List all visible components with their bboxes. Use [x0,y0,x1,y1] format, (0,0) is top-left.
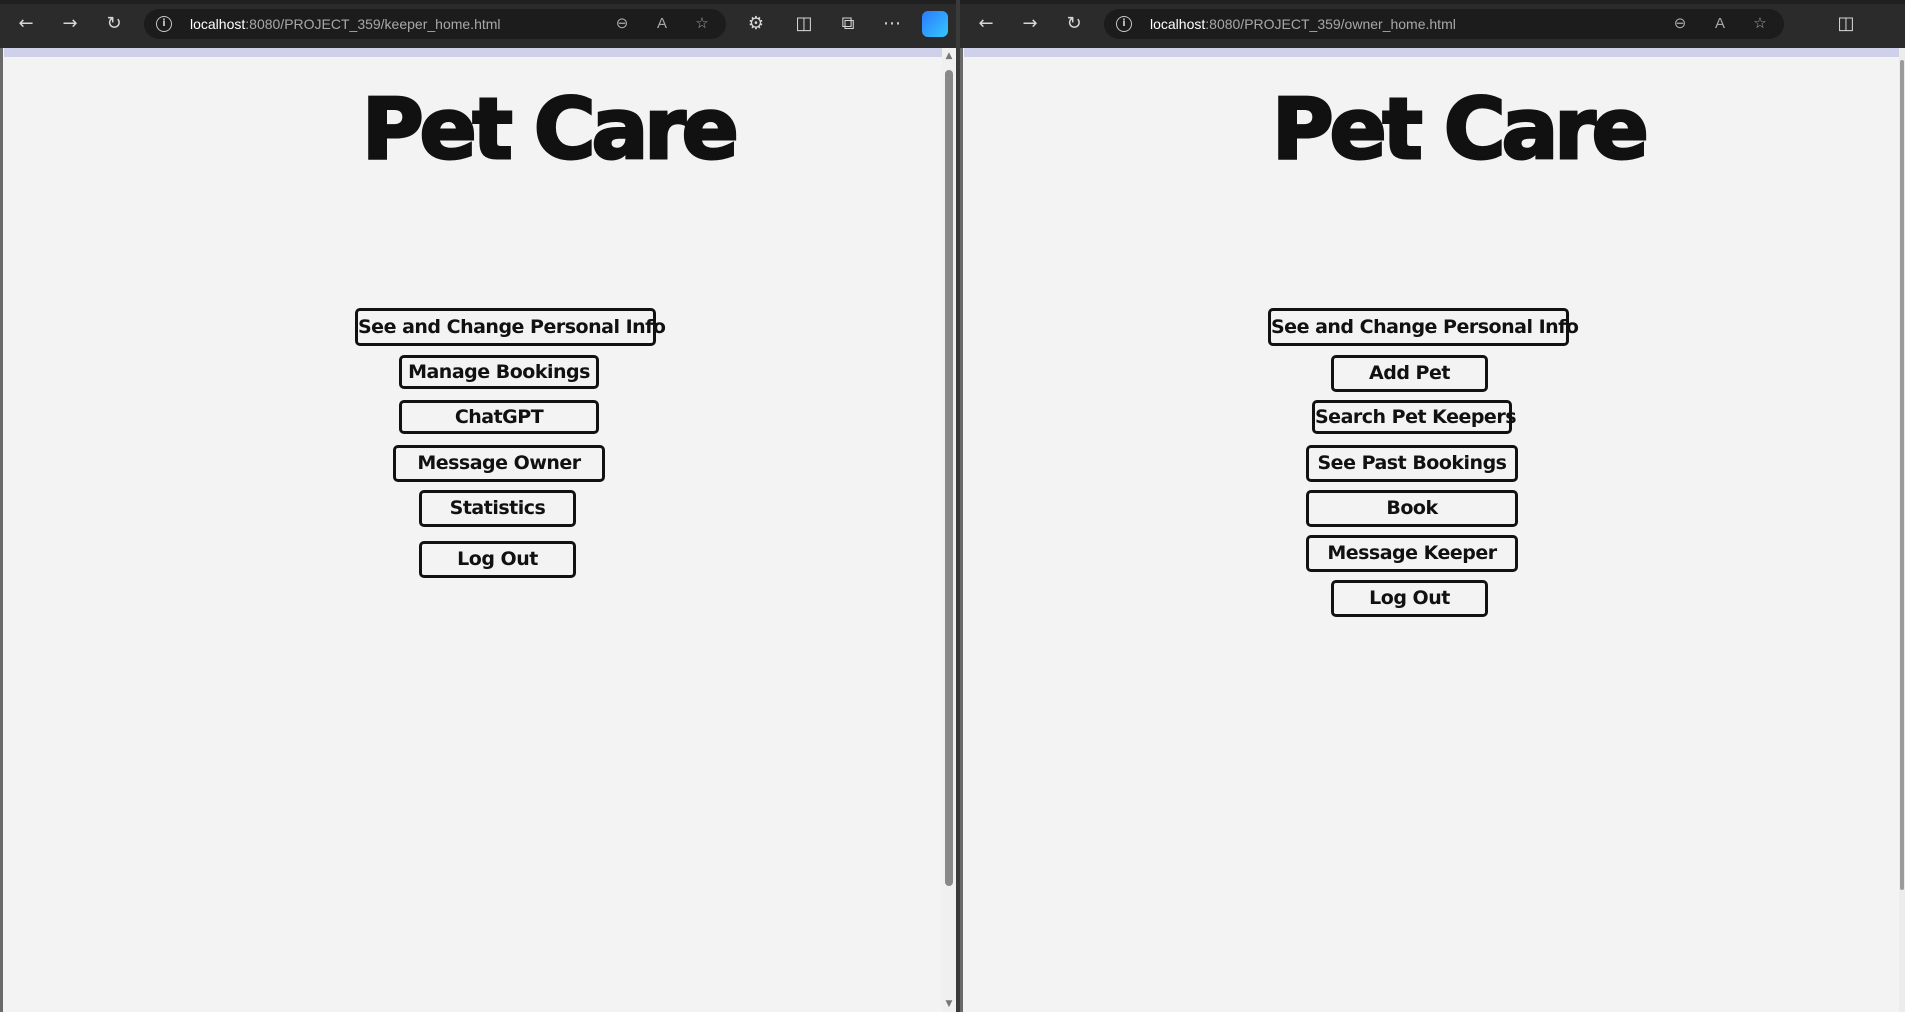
url-host: localhost [1150,16,1206,32]
collections-icon[interactable]: ⧉ [838,14,858,34]
star-icon[interactable]: ☆ [692,14,712,34]
split-screen-icon[interactable]: ◫ [794,14,814,34]
book-button[interactable]: Book [1306,490,1518,527]
scrollbar-thumb[interactable] [945,70,953,886]
url-path: :8080/PROJECT_359/owner_home.html [1205,16,1456,32]
tab-strip [0,0,956,4]
zoom-out-icon[interactable]: ⊖ [1670,14,1690,34]
chatgpt-button[interactable]: ChatGPT [399,400,599,434]
address-url: localhost:8080/PROJECT_359/keeper_home.h… [190,9,501,39]
page-content-keeper: Pet Care See and Change Personal Info Ma… [0,48,956,1012]
address-url: localhost:8080/PROJECT_359/owner_home.ht… [1150,9,1456,39]
site-info-icon[interactable]: i [1116,16,1132,32]
forward-arrow-icon[interactable]: → [60,14,80,34]
browser-window-owner: ← → ↻ i localhost:8080/PROJECT_359/owner… [960,0,1905,1012]
scroll-down-arrow-icon[interactable]: ▼ [942,998,956,1010]
vertical-scrollbar[interactable] [1899,48,1905,1012]
address-bar[interactable]: i localhost:8080/PROJECT_359/keeper_home… [144,9,726,39]
page-content-owner: Pet Care See and Change Personal Info Ad… [960,48,1905,1012]
vertical-scrollbar[interactable]: ▲ ▼ [942,48,956,1012]
see-change-personal-info-button[interactable]: See and Change Personal Info [1268,308,1579,346]
log-out-button[interactable]: Log Out [419,541,576,578]
manage-bookings-button[interactable]: Manage Bookings [399,355,599,389]
see-change-personal-info-button[interactable]: See and Change Personal Info [355,308,666,346]
message-owner-button[interactable]: Message Owner [393,445,605,482]
forward-arrow-icon[interactable]: → [1020,14,1040,34]
add-pet-button[interactable]: Add Pet [1331,355,1488,392]
message-keeper-button[interactable]: Message Keeper [1306,535,1518,572]
page-top-band [4,48,956,57]
page-left-edge [960,48,963,1012]
see-past-bookings-button[interactable]: See Past Bookings [1306,445,1518,482]
refresh-icon[interactable]: ↻ [1064,14,1084,34]
browser-window-keeper: ← → ↻ i localhost:8080/PROJECT_359/keepe… [0,0,956,1012]
refresh-icon[interactable]: ↻ [104,14,124,34]
copilot-icon[interactable] [922,11,948,37]
more-icon[interactable]: ⋯ [882,14,902,34]
extensions-icon[interactable]: ⚙ [746,14,766,34]
zoom-out-icon[interactable]: ⊖ [612,14,632,34]
tab-strip [960,0,1905,4]
split-screen-icon[interactable]: ◫ [1836,14,1856,34]
scrollbar-thumb[interactable] [1900,60,1904,890]
read-aloud-icon[interactable]: A [652,14,672,34]
search-pet-keepers-button[interactable]: Search Pet Keepers [1312,400,1517,434]
back-arrow-icon[interactable]: ← [976,14,996,34]
page-title: Pet Care [361,79,741,180]
browser-toolbar: ← → ↻ i localhost:8080/PROJECT_359/owner… [960,0,1905,49]
page-top-band [964,48,1905,57]
read-aloud-icon[interactable]: A [1710,14,1730,34]
statistics-button[interactable]: Statistics [419,490,576,527]
page-title: Pet Care [1271,79,1651,180]
back-arrow-icon[interactable]: ← [16,14,36,34]
star-icon[interactable]: ☆ [1750,14,1770,34]
page-left-edge [0,48,3,1012]
log-out-button[interactable]: Log Out [1331,580,1488,617]
url-path: :8080/PROJECT_359/keeper_home.html [245,16,501,32]
url-host: localhost [190,16,246,32]
scroll-up-arrow-icon[interactable]: ▲ [942,50,956,62]
address-bar[interactable]: i localhost:8080/PROJECT_359/owner_home.… [1104,9,1784,39]
browser-toolbar: ← → ↻ i localhost:8080/PROJECT_359/keepe… [0,0,956,49]
site-info-icon[interactable]: i [156,16,172,32]
